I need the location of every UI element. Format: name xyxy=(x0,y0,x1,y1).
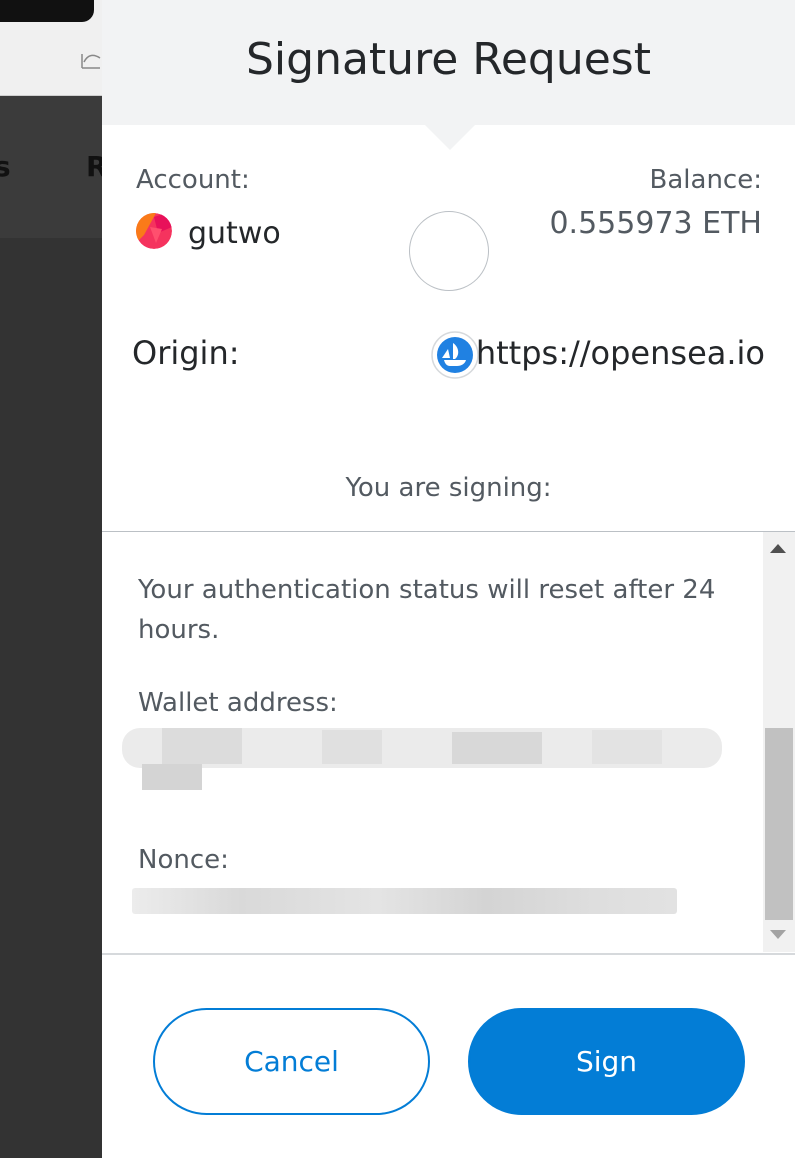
wallet-address-redacted xyxy=(122,728,722,790)
scroll-down-arrow-icon[interactable] xyxy=(770,930,786,939)
cancel-button[interactable]: Cancel xyxy=(153,1008,430,1115)
signature-request-popup: Signature Request Account: Balance: gutw… xyxy=(102,0,795,1158)
background-nav-item: s xyxy=(0,150,11,183)
signing-label: You are signing: xyxy=(345,473,552,503)
background-content xyxy=(0,238,102,1158)
origin-label: Origin: xyxy=(132,334,240,372)
wallet-address-label: Wallet address: xyxy=(138,688,338,718)
account-name: gutwo xyxy=(188,216,281,251)
nonce-label: Nonce: xyxy=(138,845,229,875)
background-browser-toolbar xyxy=(0,0,102,96)
origin-url: https://opensea.io xyxy=(475,334,765,372)
identicon-placeholder xyxy=(409,211,489,291)
balance-label: Balance: xyxy=(649,165,762,195)
account-label: Account: xyxy=(136,165,250,195)
account-avatar-icon xyxy=(136,213,172,249)
scroll-up-arrow-icon[interactable] xyxy=(770,544,786,553)
message-scrollbar[interactable] xyxy=(763,532,795,952)
background-tab xyxy=(0,0,94,22)
sign-button[interactable]: Sign xyxy=(468,1008,745,1115)
page-title: Signature Request xyxy=(246,34,651,85)
message-box[interactable]: Your authentication status will reset af… xyxy=(102,531,795,955)
popup-header: Signature Request xyxy=(102,0,795,125)
balance-value: 0.555973 ETH xyxy=(549,206,762,241)
chart-icon xyxy=(81,54,101,69)
header-notch xyxy=(424,124,476,150)
opensea-icon xyxy=(431,331,479,379)
scroll-thumb[interactable] xyxy=(765,728,793,920)
nonce-redacted xyxy=(132,888,677,914)
message-text: Your authentication status will reset af… xyxy=(138,575,716,645)
